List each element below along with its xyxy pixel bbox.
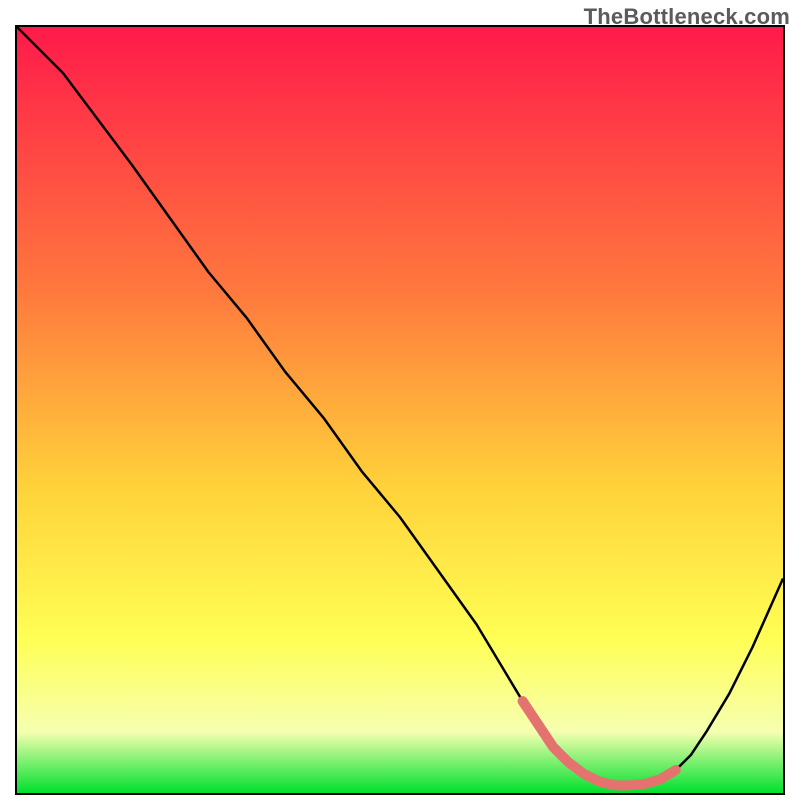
plot-area [15,25,785,795]
gradient-background [17,27,783,793]
chart-container: TheBottleneck.com [0,0,800,800]
plot-svg [17,27,783,793]
